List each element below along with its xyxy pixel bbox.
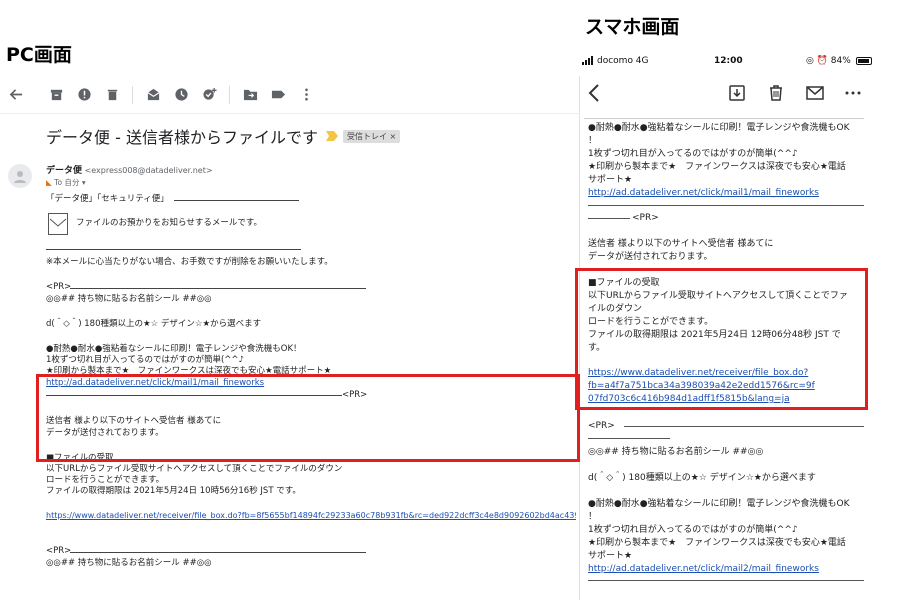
divider	[584, 118, 864, 119]
pc-screen-heading: PC画面	[6, 44, 72, 66]
body-line: サポート★	[588, 175, 633, 185]
body-line: サポート★	[588, 551, 633, 561]
sender-avatar	[8, 164, 32, 188]
body-line: <PR>	[46, 282, 72, 292]
body-line: ★印刷から製本まで★ ファインワークスは深夜でも安心★電話	[588, 538, 846, 548]
body-line: ★印刷から製本まで★ ファインワークスは深夜でも安心★電話	[588, 162, 846, 172]
back-arrow-icon[interactable]	[2, 81, 30, 109]
body-line: d(＾◇＾) 180種類以上の★☆ デザイン☆★から選べます	[588, 473, 816, 483]
mail-icon[interactable]	[806, 84, 824, 102]
divider	[588, 580, 864, 581]
phone-toolbar	[578, 78, 898, 108]
divider	[46, 249, 301, 250]
body-line: 以下URLからファイル受取サイトへアクセスして頂くことでファイルのダウン	[46, 464, 343, 474]
phone-highlight-box	[575, 268, 868, 410]
divider	[624, 426, 864, 427]
body-line: ロードを行うことができます。	[46, 475, 165, 485]
sender-line: データ便 <express008@datadeliver.net>	[46, 163, 213, 176]
ad-link[interactable]: http://ad.datadeliver.net/click/mail2/ma…	[588, 563, 819, 576]
body-line: データが送付されております。	[588, 252, 713, 262]
divider	[174, 200, 299, 201]
divider	[70, 288, 366, 289]
body-line: 「データ便」「セキュリティ便」	[46, 194, 169, 204]
mail-subject: データ便 - 送信者様からファイルです 受信トレイ ×	[46, 124, 401, 148]
subject-text: データ便 - 送信者様からファイルです	[46, 128, 318, 147]
body-line: ◎◎## 持ち物に貼るお名前シール ##◎◎	[46, 294, 212, 304]
body-line: 送信者 様より以下のサイトへ受信者 様あてに	[588, 239, 774, 249]
body-line: ◎◎## 持ち物に貼るお名前シール ##◎◎	[588, 447, 764, 457]
divider	[588, 205, 864, 206]
body-line: <PR>	[46, 546, 72, 556]
recipient-line[interactable]: ◣ To 自分 ▾	[46, 177, 86, 188]
sender-address: <express008@datadeliver.net>	[84, 166, 213, 175]
more-horiz-icon[interactable]	[844, 84, 862, 102]
body-line: 1枚ずつ切れ目が入ってるのではがすのが簡単(^^♪	[588, 149, 798, 159]
inbox-label-chip[interactable]: 受信トレイ ×	[342, 129, 401, 143]
body-line: d(＾◇＾) 180種類以上の★☆ デザイン☆★から選べます	[46, 319, 262, 329]
body-line: ●耐熱●耐水●強粘着なシールに印刷！電子レンジや食洗機もOK	[588, 123, 850, 133]
important-flag-icon: ◣	[46, 178, 52, 187]
body-line: ！	[588, 136, 598, 146]
mark-unread-icon[interactable]	[139, 81, 167, 109]
body-line: <PR>	[632, 213, 659, 223]
body-line: ●耐熱●耐水●強粘着なシールに印刷！電子レンジや食洗機もOK	[588, 499, 850, 509]
more-vert-icon[interactable]	[292, 81, 320, 109]
archive-icon[interactable]	[42, 81, 70, 109]
divider	[588, 218, 630, 219]
recipient-text: To 自分 ▾	[54, 178, 86, 187]
status-bar: docomo 4G 12:00 ◎ ⏰ 84%	[578, 55, 896, 69]
clock-text: 12:00	[714, 56, 743, 66]
toolbar-divider	[229, 85, 230, 104]
body-line: ！	[588, 512, 598, 522]
back-chevron-icon[interactable]	[586, 82, 602, 104]
file-download-link[interactable]: https://www.datadeliver.net/receiver/fil…	[46, 510, 576, 522]
body-line: ファイルの取得期限は 2021年5月24日 10時56分16秒 JST です。	[46, 486, 301, 496]
body-line: 1枚ずつ切れ目が入ってるのではがすのが簡単(^^♪	[588, 525, 798, 535]
battery-icon	[856, 57, 872, 65]
snooze-icon[interactable]	[167, 81, 195, 109]
mail-toolbar	[0, 76, 580, 114]
body-line: ファイルのお預かりをお知らせするメールです。	[76, 218, 262, 228]
carrier-text: docomo 4G	[597, 56, 649, 66]
delete-icon[interactable]	[98, 81, 126, 109]
trash-icon[interactable]	[767, 84, 785, 102]
body-line: 1枚ずつ切れ目が入ってるのではがすのが簡単(^^♪	[46, 355, 244, 365]
pc-mail-view: データ便 - 送信者様からファイルです 受信トレイ × データ便 <expres…	[0, 76, 580, 600]
add-task-icon[interactable]	[195, 81, 223, 109]
sender-name: データ便	[46, 166, 83, 176]
ad-link[interactable]: http://ad.datadeliver.net/click/mail1/ma…	[588, 187, 819, 200]
mail-envelope-icon	[48, 213, 68, 235]
move-to-icon[interactable]	[236, 81, 264, 109]
body-line: ●耐熱●耐水●強粘着なシールに印刷！電子レンジや食洗機もOK！	[46, 344, 302, 354]
signal-icon	[582, 56, 593, 65]
divider	[588, 438, 670, 439]
body-line: ◎◎## 持ち物に貼るお名前シール ##◎◎	[46, 558, 212, 568]
report-spam-icon[interactable]	[70, 81, 98, 109]
archive-icon[interactable]	[728, 84, 746, 102]
toolbar-divider	[132, 85, 133, 104]
importance-marker-icon[interactable]	[325, 131, 338, 141]
divider	[70, 552, 366, 553]
label-icon[interactable]	[264, 81, 292, 109]
status-right-text: ◎ ⏰ 84%	[806, 56, 851, 66]
phone-screen-heading: スマホ画面	[585, 16, 680, 38]
body-line: <PR>	[588, 421, 615, 431]
pc-highlight-box	[36, 374, 580, 462]
body-line: ※本メールに心当たりがない場合、お手数ですが削除をお願いいたします。	[46, 257, 333, 267]
